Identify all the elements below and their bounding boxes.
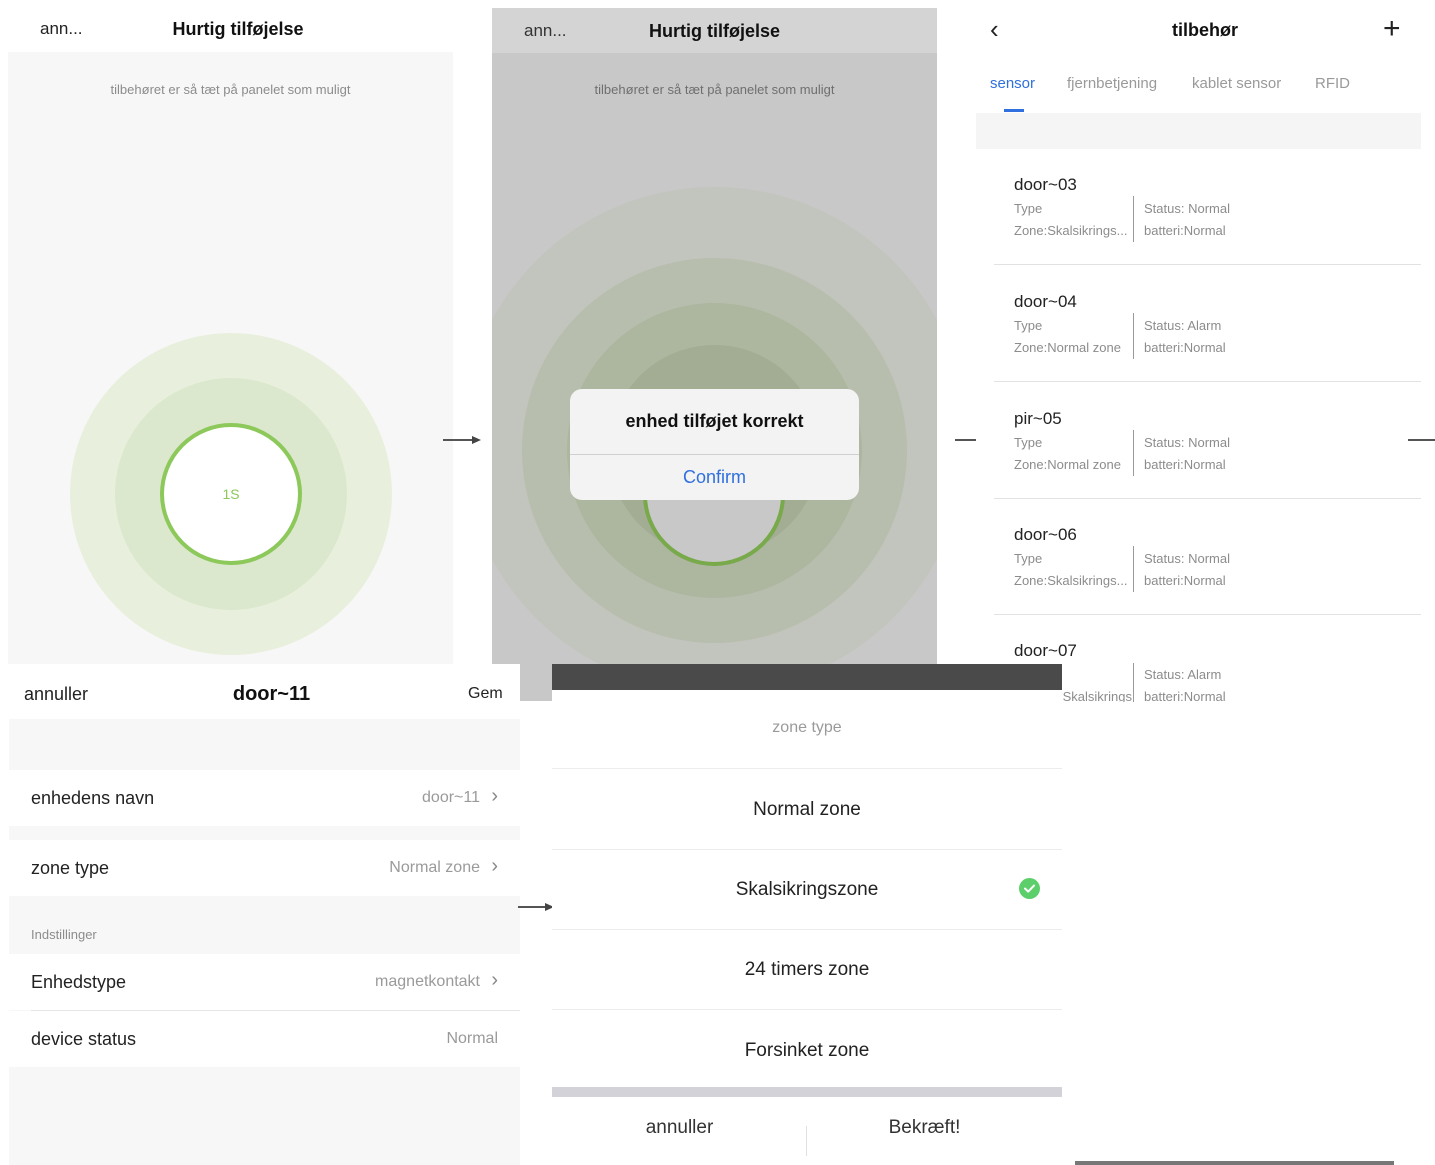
device-zone: Zone:Normal zone bbox=[1014, 457, 1121, 472]
accessories-screen: ‹ tilbehør + sensor fjernbetjening kable… bbox=[976, 0, 1421, 702]
row-label: enhedens navn bbox=[31, 788, 155, 808]
option-delayed-zone[interactable]: Forsinket zone bbox=[552, 1010, 1062, 1090]
tab-sensor[interactable]: sensor bbox=[990, 75, 1035, 92]
zone-type-picker: zone type Normal zone Skalsikringszone 2… bbox=[552, 664, 1062, 1165]
divider bbox=[1133, 430, 1134, 476]
active-tab-indicator bbox=[1004, 109, 1024, 112]
countdown-label: 1S bbox=[222, 486, 240, 502]
plus-icon[interactable]: + bbox=[1383, 14, 1401, 44]
save-button[interactable]: Gem bbox=[468, 685, 503, 703]
separator bbox=[994, 264, 1421, 265]
option-perimeter-zone[interactable]: Skalsikringszone bbox=[552, 850, 1062, 930]
tab-wired-sensor[interactable]: kablet sensor bbox=[1192, 75, 1281, 92]
list-item[interactable]: door~04 Type Zone:Normal zone Status: Al… bbox=[994, 285, 1421, 382]
chevron-right-icon: › bbox=[491, 785, 498, 807]
tab-rfid[interactable]: RFID bbox=[1315, 75, 1350, 92]
row-value: magnetkontakt bbox=[375, 973, 480, 990]
divider bbox=[1133, 546, 1134, 592]
device-status: Status: Normal bbox=[1144, 551, 1230, 566]
row-value: Normal zone bbox=[389, 859, 480, 876]
list-item[interactable]: pir~05 Type Zone:Normal zone Status: Nor… bbox=[994, 402, 1421, 499]
separator bbox=[994, 381, 1421, 382]
flow-arrow bbox=[443, 439, 473, 441]
placement-hint: tilbehøret er så tæt på panelet som muli… bbox=[110, 82, 351, 97]
device-status: Status: Normal bbox=[1144, 201, 1230, 216]
device-status: Status: Alarm bbox=[1144, 318, 1222, 333]
divider bbox=[1133, 663, 1134, 702]
quick-add-header: ann... Hurtig tilføjelse bbox=[8, 0, 453, 52]
page-title: door~11 bbox=[232, 683, 311, 705]
quick-add-header: ann... Hurtig tilføjelse bbox=[492, 8, 937, 53]
row-label: device status bbox=[31, 1029, 137, 1049]
flow-arrow bbox=[1408, 439, 1435, 441]
flow-arrow-head bbox=[472, 436, 481, 444]
device-name: door~06 bbox=[1014, 525, 1077, 544]
device-type: Type bbox=[1014, 551, 1043, 566]
confirm-button[interactable]: Bekræft! bbox=[807, 1097, 1042, 1165]
list-item[interactable]: door~06 Type Zone:Skalsikrings... Status… bbox=[994, 518, 1421, 615]
flow-arrow bbox=[518, 906, 546, 908]
row-label: Enhedstype bbox=[31, 972, 127, 992]
separator bbox=[994, 498, 1421, 499]
device-type: Type bbox=[1014, 318, 1043, 333]
footer-divider bbox=[552, 1087, 1062, 1097]
edit-header: annuller door~11 Gem bbox=[9, 664, 520, 719]
device-status: Status: Normal bbox=[1144, 435, 1230, 450]
list-item[interactable]: door~03 Type Zone:Skalsikrings... Status… bbox=[994, 168, 1421, 265]
divider bbox=[1133, 196, 1134, 242]
row-label: zone type bbox=[31, 858, 110, 878]
device-battery: batteri:Normal bbox=[1144, 573, 1226, 588]
placement-hint: tilbehøret er så tæt på panelet som muli… bbox=[594, 82, 835, 97]
section-header: Indstillinger bbox=[31, 927, 97, 942]
chevron-right-icon: › bbox=[491, 855, 498, 877]
device-zone: Zone:Normal zone bbox=[1014, 340, 1121, 355]
device-zone: Zone:Skalsikrings... bbox=[1014, 223, 1128, 238]
success-dialog: enhed tilføjet korrekt Confirm bbox=[570, 389, 859, 500]
device-status-row: device status Normal bbox=[9, 1011, 520, 1067]
device-battery: batteri:Normal bbox=[1144, 457, 1226, 472]
option-normal-zone[interactable]: Normal zone bbox=[552, 769, 1062, 849]
quick-add-body: tilbehøret er så tæt på panelet som muli… bbox=[8, 52, 453, 664]
check-icon bbox=[1019, 878, 1040, 899]
zone-type-row[interactable]: zone type Normal zone › bbox=[9, 840, 520, 896]
device-zone: Zone:Skalsikrings... bbox=[1014, 573, 1128, 588]
device-battery: batteri:Normal bbox=[1144, 223, 1226, 238]
quick-add-screen: ann... Hurtig tilføjelse tilbehøret er s… bbox=[8, 0, 453, 664]
chevron-right-icon: › bbox=[491, 969, 498, 991]
device-status: Status: Alarm bbox=[1144, 667, 1222, 682]
divider bbox=[1133, 313, 1134, 359]
device-edit-screen: annuller door~11 Gem enhedens navn door~… bbox=[9, 664, 520, 1165]
row-value: door~11 bbox=[422, 789, 480, 806]
option-label: Normal zone bbox=[753, 799, 861, 820]
option-label: Skalsikringszone bbox=[735, 879, 879, 900]
cancel-button[interactable]: annuller bbox=[552, 1097, 807, 1165]
confirm-button[interactable]: Confirm bbox=[570, 455, 859, 500]
device-name: door~03 bbox=[1014, 175, 1077, 194]
device-type-row[interactable]: Enhedstype magnetkontakt › bbox=[9, 954, 520, 1010]
device-battery: batteri:Normal bbox=[1144, 340, 1226, 355]
page-title: tilbehør bbox=[1172, 20, 1238, 40]
option-label: Forsinket zone bbox=[744, 1040, 870, 1061]
device-name: pir~05 bbox=[1014, 409, 1062, 428]
page-title: Hurtig tilføjelse bbox=[172, 19, 304, 39]
quick-add-body: tilbehøret er så tæt på panelet som muli… bbox=[492, 53, 937, 701]
row-value: Normal bbox=[446, 1030, 498, 1047]
device-type: Type bbox=[1014, 435, 1043, 450]
separator bbox=[994, 614, 1421, 615]
dimmed-background bbox=[552, 664, 1062, 690]
device-name-row[interactable]: enhedens navn door~11 › bbox=[9, 770, 520, 826]
quick-add-success-screen: ann... Hurtig tilføjelse tilbehøret er s… bbox=[492, 8, 937, 701]
tab-remote[interactable]: fjernbetjening bbox=[1067, 75, 1157, 92]
device-name: door~07 bbox=[1014, 641, 1077, 660]
option-24h-zone[interactable]: 24 timers zone bbox=[552, 930, 1062, 1010]
list-spacer bbox=[976, 113, 1421, 149]
page-title: Hurtig tilføjelse bbox=[648, 21, 780, 41]
picker-title: zone type bbox=[772, 719, 842, 736]
device-name: door~04 bbox=[1014, 292, 1077, 311]
option-label: 24 timers zone bbox=[744, 959, 870, 980]
home-indicator bbox=[1075, 1161, 1394, 1165]
device-battery: batteri:Normal bbox=[1144, 689, 1226, 702]
device-type: Type bbox=[1014, 201, 1043, 216]
dialog-message: enhed tilføjet korrekt bbox=[625, 411, 804, 431]
